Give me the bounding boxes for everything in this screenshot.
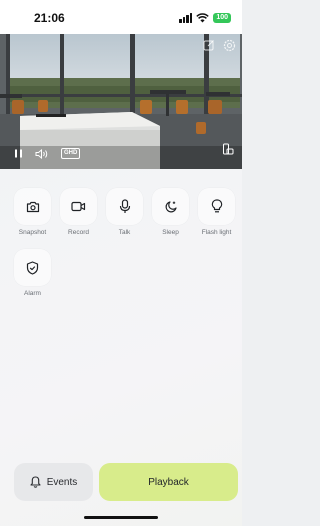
controls-row: Snapshot Record Talk Sleep Flash light xyxy=(14,188,240,236)
video-top-controls xyxy=(203,39,236,52)
record-button-tile[interactable] xyxy=(60,188,97,225)
quality-icon[interactable]: GHD xyxy=(61,148,81,159)
video-bottom-controls: GHD xyxy=(14,148,81,159)
camera-controls: Snapshot Record Talk Sleep Flash light A… xyxy=(14,188,240,297)
alarm-button[interactable]: Alarm xyxy=(14,249,51,297)
battery-indicator: 100 xyxy=(213,13,231,23)
camera-icon xyxy=(26,201,39,212)
bell-icon xyxy=(30,476,41,488)
snapshot-button-tile[interactable] xyxy=(14,188,51,225)
cellular-signal-icon xyxy=(179,13,193,23)
talk-button-tile[interactable] xyxy=(106,188,143,225)
snapshot-button[interactable]: Snapshot xyxy=(14,188,51,236)
settings-icon[interactable] xyxy=(223,39,236,52)
events-label: Events xyxy=(46,476,78,488)
sleep-button[interactable]: Sleep xyxy=(152,188,189,236)
pause-icon[interactable] xyxy=(14,149,23,158)
live-video-view[interactable]: GHD xyxy=(0,34,242,169)
video-right-controls xyxy=(222,142,234,160)
record-button[interactable]: Record xyxy=(60,188,97,236)
talk-button[interactable]: Talk xyxy=(106,188,143,236)
playback-button[interactable]: Playback xyxy=(99,463,238,501)
flash-light-label: Flash light xyxy=(201,229,232,236)
record-label: Record xyxy=(68,229,89,236)
home-indicator xyxy=(84,516,158,519)
microphone-icon xyxy=(119,199,130,213)
talk-label: Talk xyxy=(118,229,131,236)
flash-light-button-tile[interactable] xyxy=(198,188,235,225)
lightbulb-icon xyxy=(211,199,222,213)
status-indicators: 100 xyxy=(179,11,231,25)
snapshot-label: Snapshot xyxy=(18,229,47,236)
controls-row: Alarm xyxy=(14,249,240,297)
status-bar: 21:06 100 xyxy=(0,0,242,34)
moon-icon xyxy=(165,200,177,212)
video-record-icon xyxy=(71,201,86,212)
app-screen: 21:06 100 GHD Snapshot Record Talk Sleep… xyxy=(0,0,242,526)
alarm-label: Alarm xyxy=(24,290,41,297)
flash-light-button[interactable]: Flash light xyxy=(198,188,235,236)
playback-label: Playback xyxy=(148,476,189,488)
shield-alarm-icon xyxy=(26,260,39,275)
sleep-label: Sleep xyxy=(162,229,179,236)
alarm-button-tile[interactable] xyxy=(14,249,51,286)
fullscreen-icon[interactable] xyxy=(222,143,234,155)
sleep-button-tile[interactable] xyxy=(152,188,189,225)
status-time: 21:06 xyxy=(34,11,65,25)
events-button[interactable]: Events xyxy=(14,463,93,501)
edit-icon[interactable] xyxy=(203,39,215,51)
volume-icon[interactable] xyxy=(35,148,49,159)
wifi-icon xyxy=(196,13,210,23)
